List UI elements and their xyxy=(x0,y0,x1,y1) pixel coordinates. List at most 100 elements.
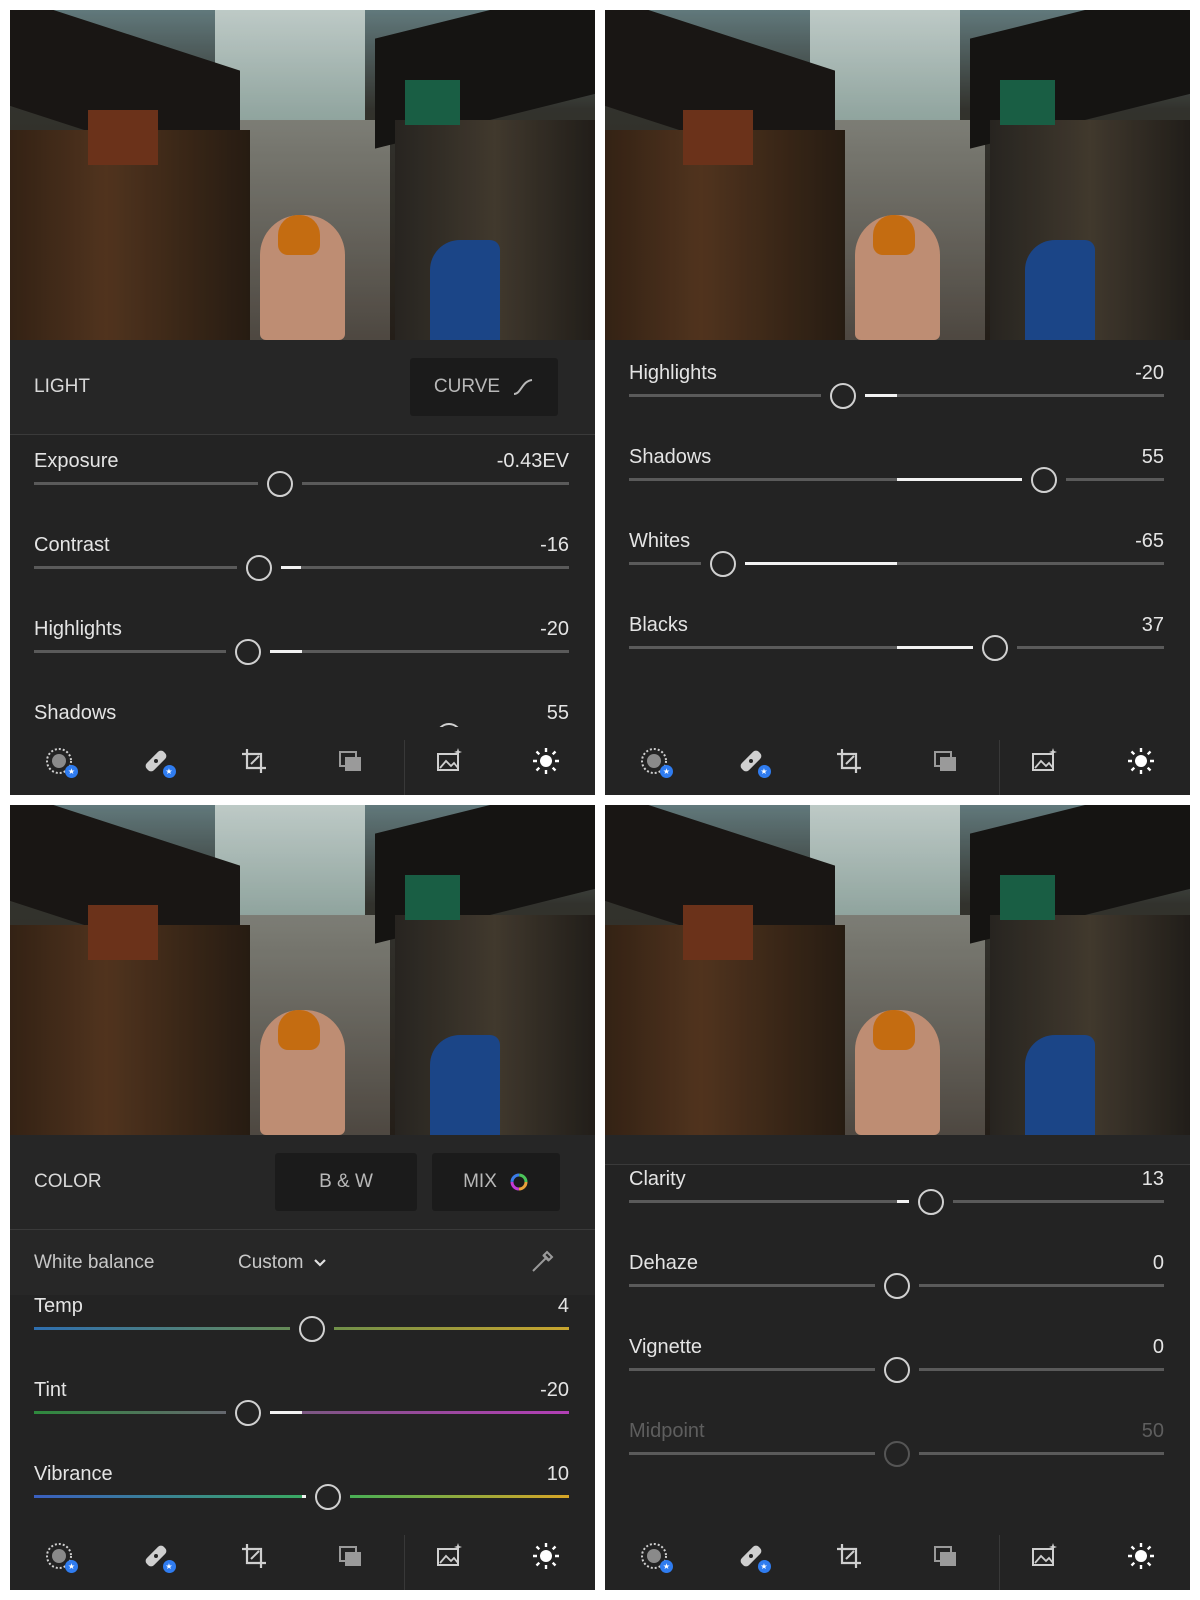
color-wheel-icon xyxy=(510,1173,528,1191)
slider-thumb[interactable] xyxy=(266,471,293,497)
slider-thumb[interactable] xyxy=(883,1441,910,1467)
bottom-toolbar: ★ ★ xyxy=(605,727,1190,795)
slider-track[interactable] xyxy=(34,566,569,569)
section-title: LIGHT xyxy=(34,376,90,397)
presets-tool-button[interactable]: ★ xyxy=(10,1522,108,1590)
slider-contrast[interactable]: Contrast -16 xyxy=(34,534,569,616)
bottom-toolbar: ★ ★ xyxy=(10,1522,595,1590)
light-tool-button[interactable] xyxy=(498,727,596,795)
slider-thumb[interactable] xyxy=(709,551,736,577)
crop-tool-button[interactable] xyxy=(800,727,898,795)
slider-thumb[interactable] xyxy=(830,383,856,409)
slider-dehaze[interactable]: Dehaze 0 xyxy=(629,1252,1164,1334)
white-balance-row: White balance Custom xyxy=(10,1230,595,1295)
premium-badge-icon: ★ xyxy=(757,765,771,778)
slider-track[interactable] xyxy=(34,1411,569,1414)
slider-shadows[interactable]: Shadows 55 xyxy=(629,446,1164,528)
image-enhance-tool-button[interactable] xyxy=(400,727,498,795)
healing-tool-button[interactable]: ★ xyxy=(703,727,801,795)
section-title: COLOR xyxy=(34,1171,102,1192)
slider-clarity[interactable]: Clarity 13 xyxy=(629,1168,1164,1250)
bw-button[interactable]: B & W xyxy=(275,1153,417,1211)
slider-vignette[interactable]: Vignette 0 xyxy=(629,1336,1164,1418)
white-balance-label: White balance xyxy=(34,1252,155,1273)
slider-temp[interactable]: Temp 4 xyxy=(34,1295,569,1377)
healing-tool-button[interactable]: ★ xyxy=(703,1522,801,1590)
chevron-down-icon xyxy=(313,1259,326,1267)
slider-thumb[interactable] xyxy=(883,1273,910,1299)
slider-midpoint[interactable]: Midpoint 50 xyxy=(629,1420,1164,1502)
slider-thumb[interactable] xyxy=(918,1189,945,1215)
premium-badge-icon: ★ xyxy=(162,765,176,778)
slider-thumb[interactable] xyxy=(235,1400,261,1426)
image-enhance-tool-button[interactable] xyxy=(995,727,1093,795)
toolbar-divider xyxy=(999,1535,1000,1590)
crop-tool-button[interactable] xyxy=(205,727,303,795)
crop-tool-button[interactable] xyxy=(800,1522,898,1590)
slider-label: Contrast xyxy=(34,534,110,556)
slider-thumb[interactable] xyxy=(1030,467,1057,493)
slider-label: Clarity xyxy=(629,1168,686,1190)
slider-label: Tint xyxy=(34,1379,67,1401)
versions-tool-button[interactable] xyxy=(898,727,996,795)
photo-preview xyxy=(10,10,595,340)
slider-value: -0.43EV xyxy=(496,450,569,472)
presets-tool-button[interactable]: ★ xyxy=(605,727,703,795)
presets-tool-button[interactable]: ★ xyxy=(605,1522,703,1590)
versions-tool-button[interactable] xyxy=(303,1522,401,1590)
versions-tool-button[interactable] xyxy=(303,727,401,795)
eyedropper-icon[interactable] xyxy=(527,1246,557,1276)
versions-tool-button[interactable] xyxy=(898,1522,996,1590)
slider-thumb[interactable] xyxy=(883,1357,910,1383)
premium-badge-icon: ★ xyxy=(660,1560,673,1573)
slider-value: 4 xyxy=(557,1295,569,1317)
slider-blacks[interactable]: Blacks 37 xyxy=(629,614,1164,696)
slider-thumb[interactable] xyxy=(982,635,1009,661)
slider-track[interactable] xyxy=(629,394,1164,397)
slider-thumb[interactable] xyxy=(315,1484,342,1510)
slider-label: Highlights xyxy=(34,618,122,640)
crop-tool-button[interactable] xyxy=(205,1522,303,1590)
image-enhance-icon xyxy=(1031,748,1057,771)
healing-tool-button[interactable]: ★ xyxy=(108,1522,206,1590)
effects-panel: Clarity 13 Dehaze 0 Vignette 0 Midpoint 50 ★ ★ xyxy=(605,805,1190,1590)
healing-tool-button[interactable]: ★ xyxy=(108,727,206,795)
toolbar-divider xyxy=(999,740,1000,795)
slider-label: Highlights xyxy=(629,362,717,384)
slider-whites[interactable]: Whites -65 xyxy=(629,530,1164,612)
crop-icon xyxy=(836,1544,861,1568)
slider-thumb[interactable] xyxy=(245,555,272,581)
slider-value: 0 xyxy=(1152,1336,1164,1358)
slider-tint[interactable]: Tint -20 xyxy=(34,1379,569,1461)
slider-value: -20 xyxy=(1135,362,1164,384)
curve-label: CURVE xyxy=(433,376,501,397)
light-tool-button[interactable] xyxy=(1093,727,1191,795)
mix-button[interactable]: MIX xyxy=(432,1153,560,1211)
light-tool-button[interactable] xyxy=(498,1522,596,1590)
color-panel: COLOR B & W MIX White balance Custom Tem… xyxy=(10,805,595,1590)
slider-highlights[interactable]: Highlights -20 xyxy=(629,362,1164,444)
slider-highlights[interactable]: Highlights -20 xyxy=(34,618,569,700)
white-balance-value: Custom xyxy=(238,1252,304,1273)
image-enhance-tool-button[interactable] xyxy=(400,1522,498,1590)
effects-header-strip xyxy=(605,1135,1190,1165)
slider-label: Shadows xyxy=(629,446,712,468)
slider-exposure[interactable]: Exposure -0.43EV xyxy=(34,450,569,532)
image-enhance-tool-button[interactable] xyxy=(995,1522,1093,1590)
slider-thumb[interactable] xyxy=(235,639,261,665)
presets-tool-button[interactable]: ★ xyxy=(10,727,108,795)
curve-button[interactable]: CURVE xyxy=(410,358,558,416)
white-balance-dropdown[interactable]: Custom xyxy=(238,1252,327,1274)
toolbar-divider xyxy=(404,740,405,795)
slider-value: -65 xyxy=(1135,530,1164,552)
slider-thumb[interactable] xyxy=(299,1316,326,1342)
mix-label: MIX xyxy=(463,1171,497,1192)
versions-icon xyxy=(934,1546,957,1566)
slider-value: 10 xyxy=(546,1463,569,1485)
slider-track[interactable] xyxy=(34,650,569,653)
light-icon xyxy=(1128,748,1155,774)
light-panel: LIGHT CURVE Exposure -0.43EV Contrast -16 Hi… xyxy=(10,10,595,795)
versions-icon xyxy=(339,1546,362,1566)
image-enhance-icon xyxy=(436,1543,462,1566)
light-tool-button[interactable] xyxy=(1093,1522,1191,1590)
